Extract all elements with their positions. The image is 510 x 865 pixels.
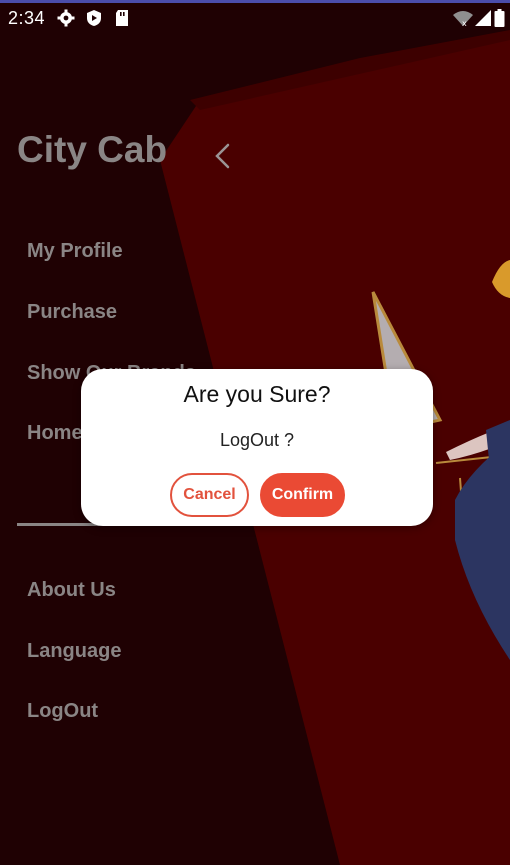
cancel-button[interactable]: Cancel — [170, 473, 249, 517]
chevron-left-icon[interactable] — [208, 141, 236, 171]
logout-confirm-dialog: Are you Sure? LogOut ? Cancel Confirm — [81, 369, 433, 526]
dialog-title: Are you Sure? — [183, 381, 331, 407]
shield-icon — [87, 10, 101, 26]
dialog-message: LogOut ? — [219, 430, 295, 450]
menu-item-about-us[interactable]: About Us — [27, 579, 116, 602]
gear-icon — [57, 9, 75, 27]
status-time: 2:34 — [8, 8, 46, 28]
menu-item-home[interactable]: Home — [27, 422, 83, 445]
wifi-off-icon: x — [453, 11, 473, 27]
screen: 2:34 x City Cab My Profile Purchase Show… — [0, 0, 510, 865]
confirm-button[interactable]: Confirm — [260, 473, 345, 517]
menu-item-logout[interactable]: LogOut — [27, 700, 98, 723]
sd-card-icon — [116, 10, 128, 26]
svg-text:x: x — [462, 19, 467, 27]
menu-item-my-profile[interactable]: My Profile — [27, 240, 123, 263]
status-bar: 2:34 x — [0, 3, 510, 33]
signal-icon — [475, 10, 491, 26]
battery-icon — [494, 9, 505, 27]
menu-item-language[interactable]: Language — [27, 640, 121, 663]
app-title: City Cab — [17, 129, 168, 170]
menu-item-purchase[interactable]: Purchase — [27, 301, 117, 324]
